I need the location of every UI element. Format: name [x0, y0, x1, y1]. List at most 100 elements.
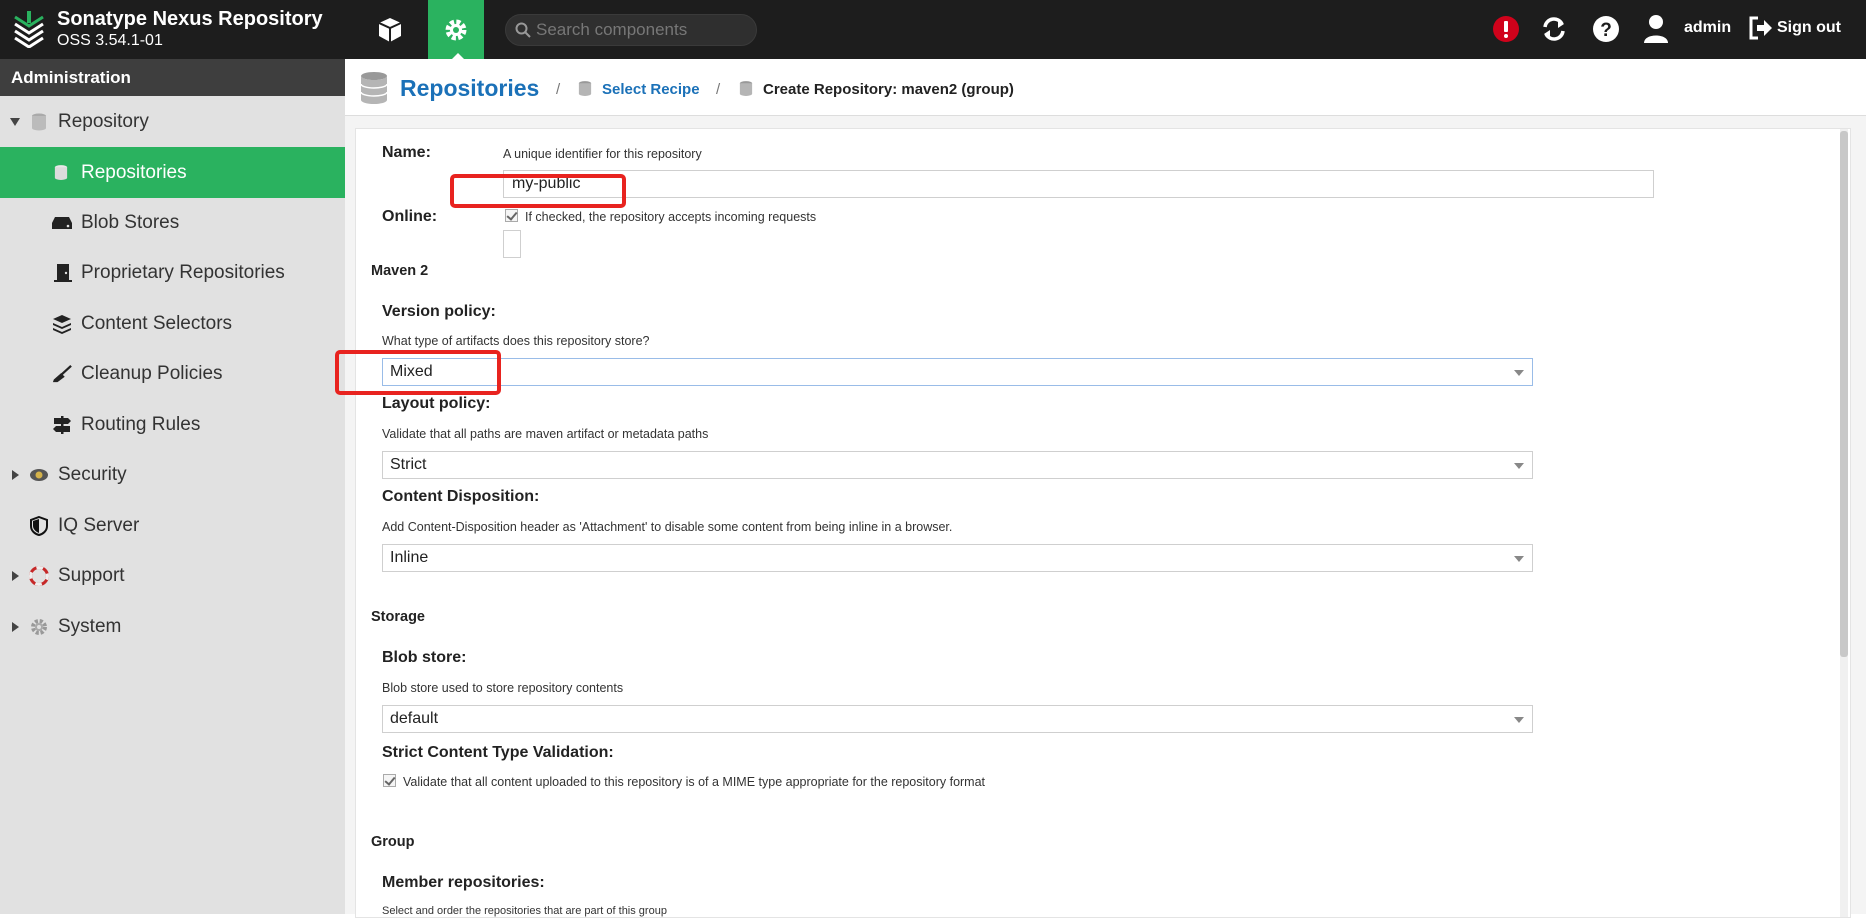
sidebar-item-blob-stores[interactable]: Blob Stores: [0, 198, 345, 247]
member-repositories-label: Member repositories:: [382, 874, 545, 891]
expand-arrow-icon[interactable]: [10, 117, 20, 126]
svg-text:?: ?: [1600, 20, 1612, 41]
breadcrumb-separator: /: [556, 81, 561, 98]
group-section-title: Group: [371, 834, 415, 850]
browse-mode-button[interactable]: [362, 0, 418, 59]
version-policy-select[interactable]: Mixed: [382, 358, 1533, 386]
search-icon: [515, 22, 531, 38]
door-icon: [53, 263, 73, 283]
annotation-highlight: [450, 174, 626, 208]
sidebar-item-support[interactable]: Support: [0, 551, 345, 600]
content-disposition-help: Add Content-Disposition header as 'Attac…: [382, 520, 953, 534]
sidebar-item-label: Cleanup Policies: [81, 362, 223, 384]
broom-icon: [52, 364, 72, 384]
layout-policy-help: Validate that all paths are maven artifa…: [382, 427, 709, 441]
page-title[interactable]: Repositories: [400, 75, 539, 102]
user-icon[interactable]: [1642, 14, 1670, 44]
form-panel: Name: A unique identifier for this repos…: [335, 116, 1866, 918]
layout-policy-label: Layout policy:: [382, 395, 491, 412]
badge-icon: [29, 465, 49, 485]
sidebar-item-label: Support: [58, 564, 125, 586]
sidebar-item-label: System: [58, 615, 122, 637]
sidebar-item-label: Security: [58, 463, 127, 485]
maven-section-title: Maven 2: [371, 263, 429, 279]
database-icon: [51, 163, 71, 183]
form-scrollbar[interactable]: [1840, 129, 1848, 917]
strict-validation-help: Validate that all content uploaded to th…: [403, 775, 986, 789]
strict-validation-label: Strict Content Type Validation:: [382, 744, 614, 761]
chevron-down-icon[interactable]: [1514, 556, 1524, 562]
sidebar-item-label: Repository: [58, 110, 149, 132]
sidebar-item-label: Routing Rules: [81, 413, 201, 435]
online-help: If checked, the repository accepts incom…: [525, 210, 817, 224]
sidebar-item-iq-server[interactable]: IQ Server: [0, 501, 345, 550]
app-title: Sonatype Nexus Repository: [57, 8, 323, 30]
lifebuoy-icon: [29, 565, 49, 586]
sidebar-item-label: Repositories: [81, 161, 187, 183]
sidebar-item-repository[interactable]: Repository: [0, 97, 345, 146]
breadcrumb-select-recipe-link[interactable]: Select Recipe: [602, 81, 700, 98]
member-repositories-help: Select and order the repositories that a…: [382, 905, 667, 917]
blob-store-select[interactable]: default: [382, 705, 1533, 733]
sidebar-item-routing-rules[interactable]: Routing Rules: [0, 400, 345, 449]
admin-mode-button[interactable]: [428, 0, 484, 59]
version-policy-label: Version policy:: [382, 303, 496, 320]
user-name[interactable]: admin: [1684, 19, 1731, 37]
database-icon: [29, 112, 49, 132]
hard-drive-icon: [52, 213, 72, 233]
blob-store-help: Blob store used to store repository cont…: [382, 681, 624, 695]
nexus-logo-icon[interactable]: [12, 10, 46, 48]
chevron-down-icon[interactable]: [1514, 717, 1524, 723]
sign-out-icon[interactable]: [1748, 16, 1774, 40]
chevron-down-icon[interactable]: [1514, 370, 1524, 376]
sidebar-item-cleanup-policies[interactable]: Cleanup Policies: [0, 349, 345, 398]
blob-store-value: default: [390, 710, 439, 727]
cube-icon: [378, 17, 402, 42]
database-icon: [739, 81, 753, 96]
breadcrumb-separator: /: [716, 81, 721, 98]
expand-arrow-icon[interactable]: [12, 621, 19, 632]
sidebar-header: Administration: [0, 59, 345, 96]
name-help: A unique identifier for this repository: [503, 147, 702, 161]
breadcrumb-current: Create Repository: maven2 (group): [763, 81, 1014, 98]
scroll-thumb[interactable]: [1840, 131, 1848, 657]
sidebar-item-system[interactable]: System: [0, 602, 345, 651]
strict-validation-checkbox[interactable]: [383, 774, 396, 787]
sidebar-item-label: Proprietary Repositories: [81, 261, 285, 283]
alert-icon[interactable]: [1492, 15, 1520, 43]
refresh-icon[interactable]: [1540, 15, 1568, 43]
database-icon: [360, 72, 388, 104]
expand-arrow-icon[interactable]: [12, 570, 19, 581]
sidebar-item-label: IQ Server: [58, 514, 140, 536]
top-bar: Sonatype Nexus Repository OSS 3.54.1-01: [0, 0, 1866, 59]
layout-policy-value: Strict: [390, 456, 427, 473]
annotation-highlight: [335, 350, 501, 395]
expand-arrow-icon[interactable]: [12, 469, 19, 480]
search-input[interactable]: [536, 17, 746, 43]
chevron-down-icon[interactable]: [1514, 463, 1524, 469]
shield-icon: [29, 515, 49, 536]
search-box[interactable]: [505, 14, 757, 46]
content-disposition-label: Content Disposition:: [382, 488, 540, 505]
gear-icon: [29, 617, 49, 637]
sidebar-item-proprietary-repositories[interactable]: Proprietary Repositories: [0, 248, 345, 297]
name-input[interactable]: my-public: [503, 170, 1654, 198]
layout-policy-select[interactable]: Strict: [382, 451, 1533, 479]
layers-icon: [52, 314, 72, 334]
sidebar: Administration Repository Repositories B…: [0, 59, 345, 914]
sidebar-item-security[interactable]: Security: [0, 450, 345, 499]
sidebar-item-label: Content Selectors: [81, 312, 233, 334]
blob-store-label: Blob store:: [382, 649, 467, 666]
sign-out-button[interactable]: Sign out: [1777, 19, 1841, 37]
content-disposition-select[interactable]: Inline: [382, 544, 1533, 572]
content-disposition-value: Inline: [390, 549, 429, 566]
breadcrumb: Repositories / Select Recipe / Create Re…: [345, 59, 1866, 116]
database-icon: [578, 81, 592, 96]
app-version: OSS 3.54.1-01: [57, 32, 163, 49]
online-checkbox[interactable]: [505, 209, 518, 222]
storage-section-title: Storage: [371, 609, 425, 625]
version-policy-help: What type of artifacts does this reposit…: [382, 334, 650, 348]
sidebar-item-repositories[interactable]: Repositories: [0, 147, 345, 198]
sidebar-item-content-selectors[interactable]: Content Selectors: [0, 299, 345, 348]
help-icon[interactable]: ?: [1592, 15, 1620, 43]
